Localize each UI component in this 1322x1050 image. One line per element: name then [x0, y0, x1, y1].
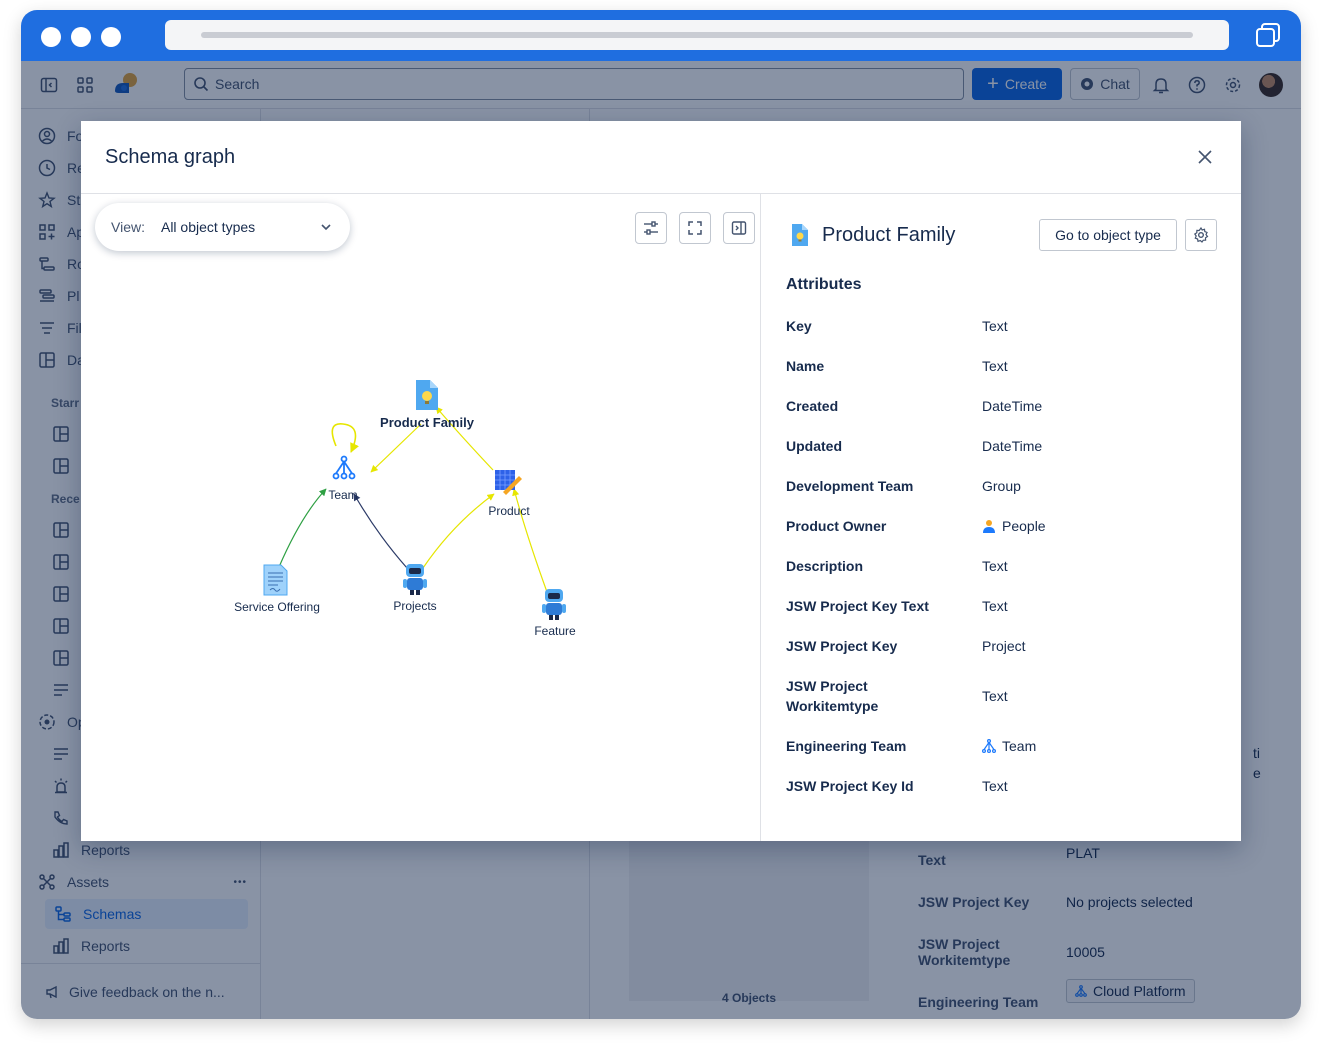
node-label-product-family[interactable]: Product Family: [380, 415, 474, 430]
attribute-type-label: Text: [982, 778, 1008, 794]
view-value: All object types: [160, 219, 256, 235]
graph-pane: Product Family Team Product Service Offe…: [81, 194, 761, 841]
modal-title: Schema graph: [105, 146, 236, 168]
lightbulb-document-icon: [792, 224, 808, 246]
chevron-down-icon: [321, 224, 331, 231]
schema-graph-modal: Schema graph Product Family Team Product…: [81, 121, 1241, 841]
schema-graph-canvas[interactable]: [81, 194, 761, 841]
attribute-type-label: DateTime: [982, 438, 1043, 454]
node-label-feature[interactable]: Feature: [534, 624, 575, 638]
browser-chrome: [21, 10, 1301, 61]
signed-document-icon: [263, 564, 288, 596]
attribute-name: Updated: [786, 438, 842, 454]
blueprint-icon: [495, 470, 522, 495]
attribute-type: Text: [982, 356, 1008, 376]
window-close-dot[interactable]: [41, 27, 61, 47]
attribute-name: Product Owner: [786, 518, 887, 534]
panel-right-icon: [731, 221, 747, 235]
person-icon: [983, 520, 995, 533]
edge-pf-team: [370, 423, 422, 473]
object-type-settings-button[interactable]: [1185, 219, 1217, 251]
attribute-type: Team: [982, 736, 1036, 756]
attribute-name: Created: [786, 398, 839, 414]
attribute-name: Description: [786, 558, 864, 574]
hierarchy-icon: [982, 739, 996, 753]
node-label-projects[interactable]: Projects: [393, 599, 436, 613]
node-label-service-offering[interactable]: Service Offering: [234, 600, 320, 614]
edge-projects-product: [422, 493, 495, 569]
attribute-type-label: Group: [982, 478, 1021, 494]
attribute-name: Key: [786, 318, 812, 334]
tabs-overview-icon[interactable]: [1255, 22, 1281, 48]
attribute-type-label: People: [1002, 518, 1046, 534]
attribute-type: Text: [982, 316, 1008, 336]
attribute-type-label: DateTime: [982, 398, 1043, 414]
detail-pane: Product Family Go to object type Attribu…: [762, 194, 1241, 841]
attribute-type-label: Project: [982, 638, 1026, 654]
edge-so-team: [278, 488, 327, 568]
attribute-type-label: Text: [982, 318, 1008, 334]
go-to-object-type-button[interactable]: Go to object type: [1039, 219, 1177, 251]
robot-icon: [403, 564, 427, 595]
modal-header: Schema graph: [81, 121, 1241, 194]
attribute-type: People: [982, 516, 1046, 536]
attribute-name: JSW Project Key: [786, 638, 898, 654]
lightbulb-document-icon: [416, 380, 438, 410]
attribute-type: Group: [982, 476, 1021, 496]
close-icon[interactable]: [1195, 147, 1215, 167]
address-bar[interactable]: [165, 20, 1229, 50]
window-minimize-dot[interactable]: [71, 27, 91, 47]
hierarchy-icon: [332, 455, 356, 480]
node-label-team[interactable]: Team: [328, 488, 357, 502]
graph-settings-button[interactable]: [635, 212, 667, 244]
attribute-type: Project: [982, 636, 1026, 656]
attribute-name: Name: [786, 358, 825, 374]
attribute-name: JSW Project Key Id: [786, 778, 914, 794]
attribute-type: Text: [982, 776, 1008, 796]
edge-team-self: [331, 423, 359, 453]
attribute-name: JSW Project Key Text: [786, 598, 929, 614]
fullscreen-button[interactable]: [679, 212, 711, 244]
attribute-type: Text: [982, 556, 1008, 576]
detail-title: Product Family: [822, 224, 956, 246]
node-label-product[interactable]: Product: [488, 504, 529, 518]
address-placeholder: [201, 32, 1193, 38]
attribute-type-label: Text: [982, 358, 1008, 374]
attribute-type: Text: [982, 686, 1008, 706]
attributes-heading: Attributes: [786, 276, 862, 293]
attribute-name: JSW Project Workitemtype: [786, 678, 879, 714]
window-zoom-dot[interactable]: [101, 27, 121, 47]
gear-icon: [1193, 227, 1209, 243]
attribute-type: DateTime: [982, 396, 1042, 416]
attribute-type-label: Text: [982, 598, 1008, 614]
attribute-type: DateTime: [982, 436, 1042, 456]
attribute-type: Text: [982, 596, 1008, 616]
attribute-type-label: Team: [1002, 738, 1037, 754]
attribute-type-label: Text: [982, 688, 1008, 704]
attribute-type-label: Text: [982, 558, 1008, 574]
attribute-name: Engineering Team: [786, 738, 907, 754]
sliders-icon: [644, 221, 658, 235]
attribute-name: Development Team: [786, 478, 914, 494]
edge-projects-team: [353, 493, 408, 569]
expand-icon: [688, 221, 702, 235]
view-select[interactable]: View: All object types: [95, 203, 350, 251]
view-label: View:: [111, 219, 145, 235]
toggle-panel-button[interactable]: [723, 212, 755, 244]
robot-icon: [542, 589, 566, 620]
